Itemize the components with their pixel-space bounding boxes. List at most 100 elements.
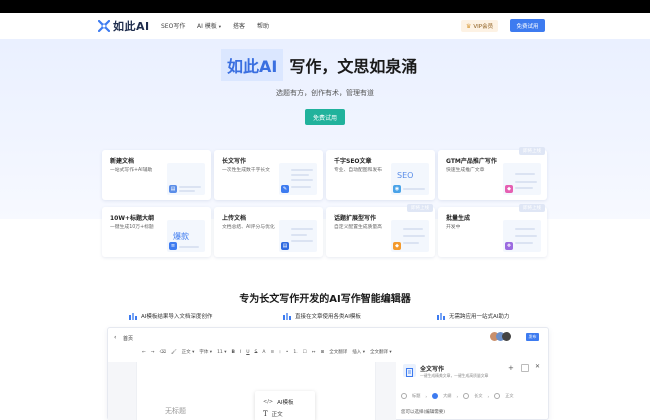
step-label[interactable]: 大纲 (443, 393, 451, 399)
editor-gutter-right (376, 362, 396, 420)
step-label[interactable]: 长文 (474, 393, 482, 399)
insert-menu: </> AI模板 T 正文 (255, 391, 315, 420)
font-size-select[interactable]: 11 ▾ (217, 350, 226, 355)
step-label[interactable]: 标题 (412, 393, 420, 399)
free-trial-button[interactable]: 免费试用 (510, 19, 545, 32)
card-gtm[interactable]: 即将上线 GTM产品推广写作 快速生成推广文章 ◆ (438, 147, 547, 200)
editor-toolbar: ← → ⌫ 🖌 正文 ▾ 字体 ▾ 11 ▾ B I U S A ≡ ⁝ • 1… (142, 347, 542, 357)
clear-format-icon[interactable]: ⌫ (160, 350, 166, 355)
card-thumbnail: ▤ (167, 163, 205, 195)
list-icon: ≡ (169, 242, 177, 250)
font-color-icon[interactable]: A (262, 350, 265, 355)
back-arrow-icon[interactable]: ‹ (114, 334, 116, 341)
card-thumbnail: ◆ (391, 220, 429, 252)
step-indicator: 标题 › 大纲 › 长文 › 正文 (401, 392, 545, 400)
card-desc: 开发中 (446, 225, 461, 230)
vip-button[interactable]: ♛ VIP会员 (461, 20, 499, 32)
indent-icon[interactable]: ↔ (312, 350, 316, 355)
line-height-icon[interactable]: ⁝ (279, 350, 280, 355)
insert-select[interactable]: 插入 ▾ (352, 349, 365, 355)
step-ring-icon (494, 393, 501, 399)
card-desc: 快速生成推广文章 (446, 168, 485, 173)
card-desc: 一站式写作+AI辅助 (110, 168, 153, 173)
card-title: 上传文档 (222, 215, 247, 222)
nav-item-seo[interactable]: SEO写作 (161, 21, 185, 30)
logo-icon (98, 20, 110, 32)
card-seo-article[interactable]: 千字SEO文章 专业、自动配图和发布 SEO ◉ (326, 150, 435, 200)
card-topic-expand[interactable]: 即将上线 话题扩展型写作 自定义配置生成质量高 ◆ (326, 204, 435, 257)
strikethrough-icon[interactable]: S (255, 350, 258, 355)
step-ring-icon (463, 393, 470, 399)
font-family-select[interactable]: 字体 ▾ (199, 349, 212, 355)
translate-button[interactable]: 全文翻译 (329, 349, 347, 355)
text-icon: T (263, 410, 268, 418)
chevron-down-icon: ▾ (218, 25, 222, 30)
format-painter-icon[interactable]: 🖌 (171, 350, 177, 355)
card-title-outline[interactable]: 10W+标题大纲 一键生成10万+标题 爆款 ≡ (102, 207, 211, 257)
table-icon[interactable]: ⊞ (321, 350, 325, 355)
batch-icon: ❖ (505, 242, 513, 250)
card-new-doc[interactable]: 新建文档 一站式写作+AI辅助 ▤ (102, 150, 211, 200)
arrow-right-icon: › (456, 393, 459, 399)
menu-item-body-text[interactable]: T 正文 (263, 410, 283, 418)
expand-icon[interactable] (521, 364, 529, 372)
nav-item-help[interactable]: 帮助 (257, 21, 269, 30)
coming-soon-badge: 即将上线 (519, 147, 545, 155)
italic-icon[interactable]: I (240, 350, 241, 355)
translate-select[interactable]: 全文翻译 ▾ (370, 349, 392, 355)
feature-label: 直接在文章使用各类AI模板 (295, 314, 361, 320)
bold-icon[interactable]: B (231, 350, 234, 355)
panel-choose-label: 您可以选择(编辑需要) (401, 410, 446, 415)
ai-side-panel: 全文写作 一键生成精美文章，一键生成高质量文章 + ✕ 标题 › 大纲 › 长文… (397, 358, 549, 420)
card-batch-generate[interactable]: 即将上线 批量生成 开发中 ❖ (438, 204, 547, 257)
vip-label: VIP会员 (473, 24, 494, 30)
untitled-placeholder[interactable]: 无标题 (165, 406, 186, 416)
undo-icon[interactable]: ← (142, 350, 146, 355)
plus-icon[interactable]: + (508, 364, 514, 372)
card-title: 10W+标题大纲 (110, 215, 154, 222)
menu-item-label: AI模板 (277, 400, 294, 406)
nav-item-ai-template[interactable]: AI 模板 ▾ (197, 21, 221, 30)
align-icon[interactable]: ≡ (271, 350, 275, 355)
feature-icon (129, 312, 137, 320)
close-icon[interactable]: ✕ (535, 363, 540, 370)
nav-item-label: AI 模板 (197, 23, 217, 30)
card-desc: 一次性生成数千字长文 (222, 168, 270, 173)
card-thumbnail: SEO ◉ (391, 163, 429, 195)
bullet-list-icon[interactable]: • (286, 350, 289, 355)
step-label[interactable]: 正文 (505, 393, 513, 399)
feature-icon (437, 312, 445, 320)
editor-back-label[interactable]: 首页 (123, 335, 133, 342)
nav-item-blog[interactable]: 搭客 (233, 21, 245, 30)
card-title: 批量生成 (446, 215, 471, 222)
numbered-list-icon[interactable]: 1. (293, 350, 297, 355)
publish-button[interactable]: 发布 (526, 333, 539, 341)
feature-item: 无需跨应用一站式AI助力 (437, 312, 509, 320)
hero-title: 如此AI 写作，文思如泉涌 (221, 48, 417, 81)
card-upload-doc[interactable]: 上传文档 文档总结、AI评分与优化 ▤ (214, 207, 323, 257)
card-title: 话题扩展型写作 (334, 215, 377, 222)
underline-icon[interactable]: U (246, 350, 249, 355)
document-icon (403, 364, 416, 377)
menu-item-ai-template[interactable]: </> AI模板 (263, 398, 293, 406)
section-title: 专为长文写作开发的AI写作智能编辑器 (239, 294, 411, 305)
code-icon: </> (263, 399, 274, 405)
checkbox-icon[interactable]: ☐ (303, 350, 307, 355)
arrow-right-icon: › (425, 393, 428, 399)
card-desc: 自定义配置生成质量高 (334, 225, 382, 230)
panel-title: 全文写作 (420, 366, 445, 373)
top-nav: 如此AI SEO写作 AI 模板 ▾ 搭客 帮助 ♛ VIP会员 免费试用 (0, 13, 650, 39)
hero-title-rest: 写作，文思如泉涌 (289, 56, 418, 76)
redo-icon[interactable]: → (151, 350, 155, 355)
logo[interactable]: 如此AI (98, 18, 150, 34)
feature-item: AI模板结果导入文档深度创作 (129, 312, 212, 320)
card-thumbnail: ◆ (503, 163, 541, 195)
paragraph-style-select[interactable]: 正文 ▾ (182, 349, 195, 355)
hero-cta-button[interactable]: 免费试用 (305, 109, 345, 125)
upload-icon: ▤ (281, 242, 289, 250)
avatar-group[interactable] (490, 332, 511, 342)
card-long-write[interactable]: 长文写作 一次性生成数千字长文 ✎ (214, 150, 323, 200)
card-thumbnail: ▤ (279, 220, 317, 252)
card-thumbnail: ✎ (279, 163, 317, 195)
editor-gutter-left (108, 362, 136, 420)
